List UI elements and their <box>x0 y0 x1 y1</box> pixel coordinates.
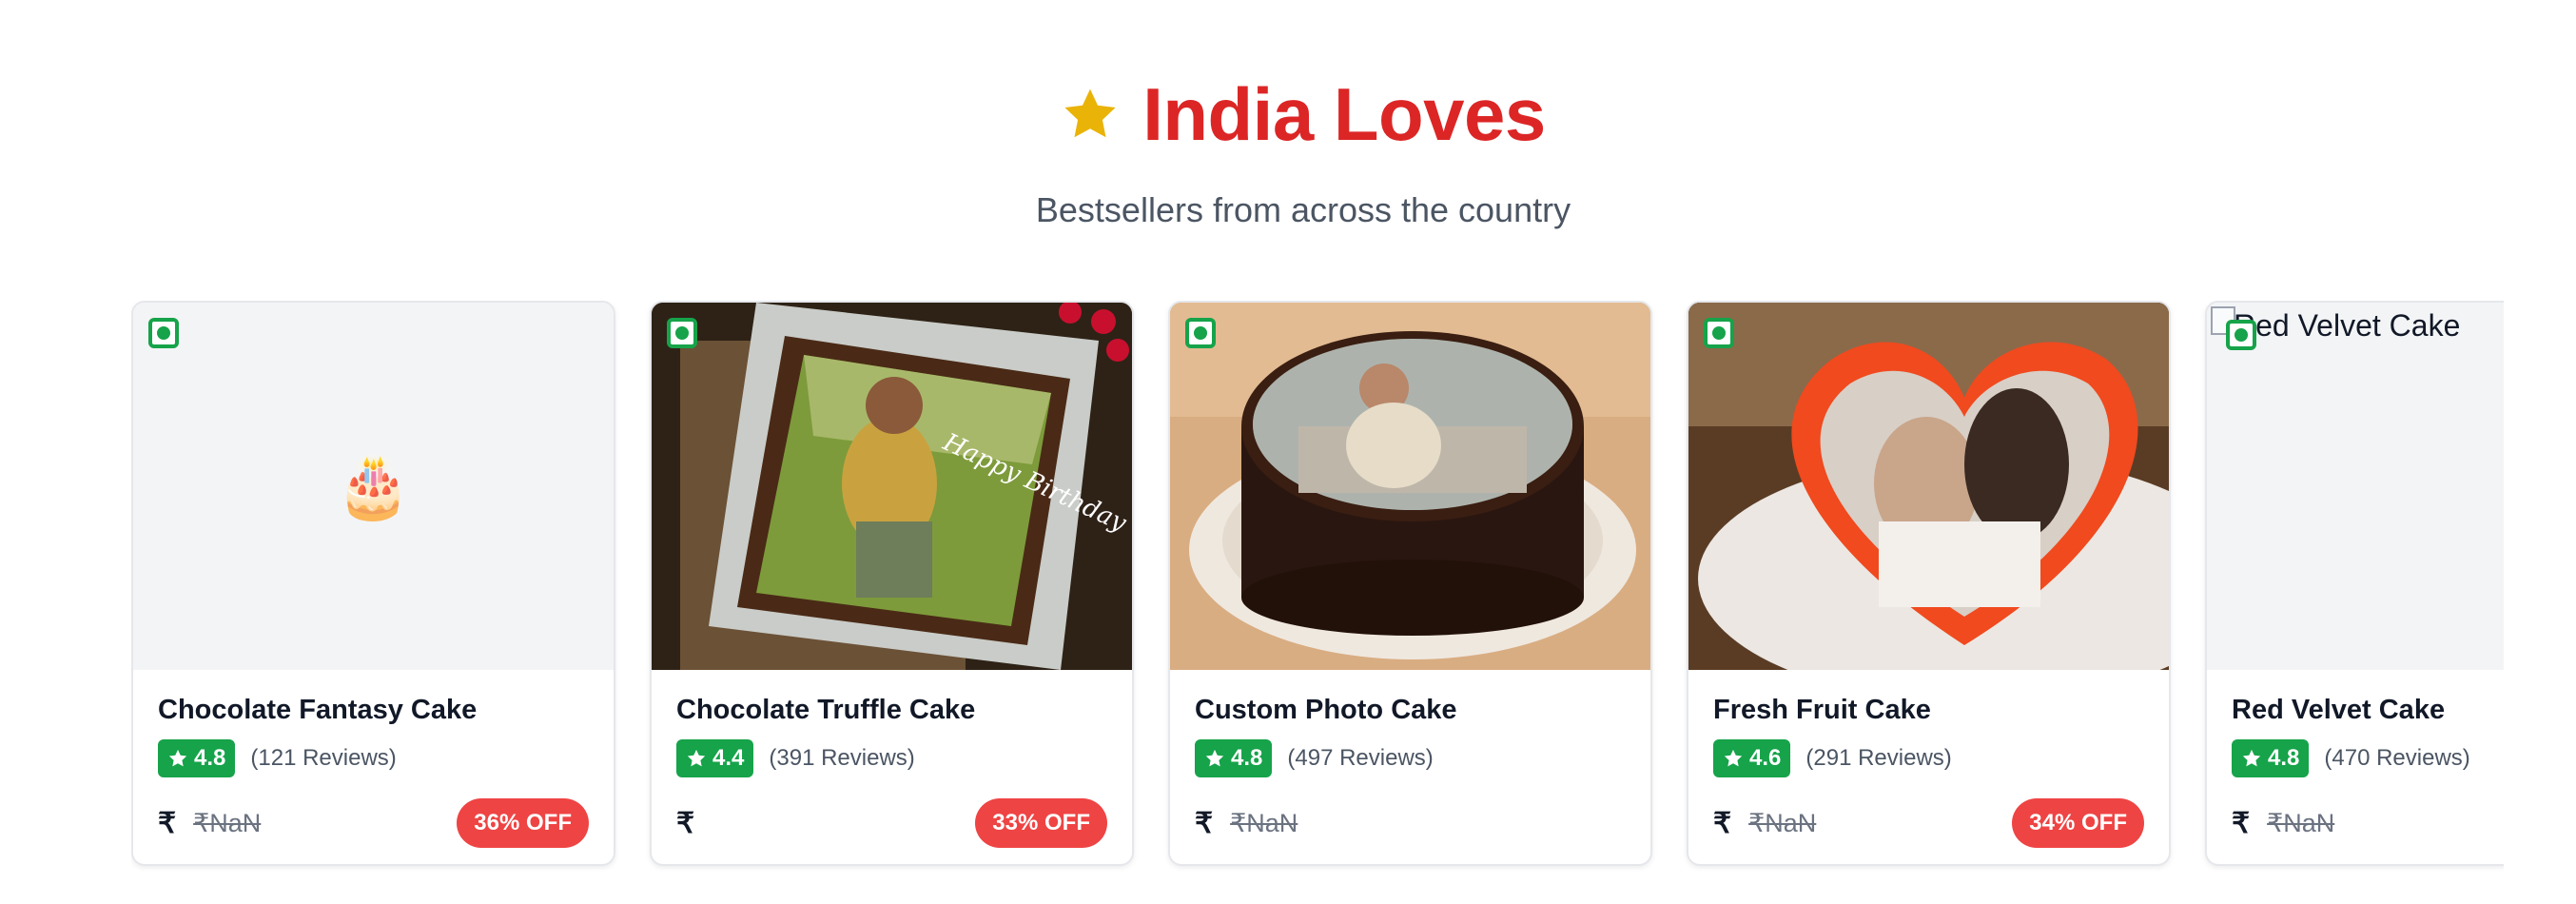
product-list: 🎂 Chocolate Fantasy Cake 4.8 (121 Review… <box>131 301 2504 866</box>
veg-indicator-icon <box>667 318 697 348</box>
review-count: (497 Reviews) <box>1287 745 1434 771</box>
rating-row: 4.8 (470 Reviews) <box>2232 739 2504 777</box>
star-icon <box>1205 749 1224 767</box>
veg-indicator-icon <box>1704 318 1734 348</box>
product-name[interactable]: Chocolate Fantasy Cake <box>158 695 589 726</box>
rating-value: 4.4 <box>712 745 745 771</box>
original-price: ₹NaN <box>2267 808 2335 837</box>
product-name[interactable]: Fresh Fruit Cake <box>1713 695 2144 726</box>
rating-badge: 4.8 <box>1195 739 1273 777</box>
star-icon <box>168 749 187 767</box>
rating-badge: 4.4 <box>676 739 754 777</box>
rating-row: 4.4 (391 Reviews) <box>676 739 1107 777</box>
rupee-icon: ₹ <box>1713 807 1732 839</box>
section-header: India Loves Bestsellers from across the … <box>0 57 2576 230</box>
price: ₹ ₹NaN <box>158 807 261 840</box>
product-image[interactable] <box>1170 303 1650 670</box>
original-price: ₹NaN <box>1748 808 1817 837</box>
discount-badge: 33% OFF <box>975 798 1107 848</box>
product-carousel[interactable]: 🎂 Chocolate Fantasy Cake 4.8 (121 Review… <box>131 301 2504 872</box>
star-icon <box>1064 88 1116 138</box>
cake-photo: Happy Birthday <box>652 303 1132 670</box>
rupee-icon: ₹ <box>676 807 695 839</box>
original-price: ₹NaN <box>193 808 262 837</box>
star-icon <box>687 749 706 767</box>
price: ₹ ₹NaN <box>2232 807 2334 840</box>
product-name[interactable]: Custom Photo Cake <box>1195 695 1626 726</box>
product-image[interactable] <box>1688 303 2169 670</box>
rating-value: 4.8 <box>2268 745 2300 771</box>
title-row: India Loves <box>0 57 2576 171</box>
discount-badge: 34% OFF <box>2012 798 2144 848</box>
price-row: ₹ ₹NaN <box>2232 798 2504 848</box>
rating-row: 4.8 (497 Reviews) <box>1195 739 1626 777</box>
review-count: (121 Reviews) <box>250 745 397 771</box>
veg-indicator-icon <box>148 318 179 348</box>
rating-value: 4.8 <box>194 745 226 771</box>
product-name[interactable]: Red Velvet Cake <box>2232 695 2504 726</box>
price-row: ₹ 33% OFF <box>676 798 1107 848</box>
cake-photo <box>1170 303 1650 670</box>
product-info: Chocolate Truffle Cake 4.4 (391 Reviews)… <box>652 670 1132 848</box>
discount-badge: 36% OFF <box>457 798 589 848</box>
review-count: (391 Reviews) <box>769 745 915 771</box>
review-count: (470 Reviews) <box>2324 745 2470 771</box>
section-title: India Loves <box>1142 71 1546 156</box>
price: ₹ <box>676 807 712 840</box>
image-alt-text: Red Velvet Cake <box>2234 308 2461 343</box>
price-row: ₹ ₹NaN <box>1195 798 1626 848</box>
price: ₹ ₹NaN <box>1195 807 1298 840</box>
product-card[interactable]: Custom Photo Cake 4.8 (497 Reviews) ₹ ₹N… <box>1168 301 1652 866</box>
product-card[interactable]: Happy Birthday Chocolate Truffle Cake 4.… <box>650 301 1134 866</box>
product-card[interactable]: Fresh Fruit Cake 4.6 (291 Reviews) ₹ ₹Na… <box>1687 301 2171 866</box>
price-row: ₹ ₹NaN 34% OFF <box>1713 798 2144 848</box>
rating-row: 4.8 (121 Reviews) <box>158 739 589 777</box>
product-info: Chocolate Fantasy Cake 4.8 (121 Reviews)… <box>133 670 614 848</box>
product-card[interactable]: Red Velvet Cake Red Velvet Cake 4.8 (470… <box>2205 301 2504 866</box>
star-icon <box>2242 749 2261 767</box>
rating-badge: 4.6 <box>1713 739 1791 777</box>
rating-row: 4.6 (291 Reviews) <box>1713 739 2144 777</box>
rupee-icon: ₹ <box>158 807 177 839</box>
cake-emoji-icon: 🎂 <box>335 451 412 521</box>
product-card[interactable]: 🎂 Chocolate Fantasy Cake 4.8 (121 Review… <box>131 301 615 866</box>
price: ₹ ₹NaN <box>1713 807 1816 840</box>
rupee-icon: ₹ <box>1195 807 1214 839</box>
product-image[interactable]: Red Velvet Cake <box>2207 303 2504 670</box>
rating-value: 4.8 <box>1231 745 1263 771</box>
rating-badge: 4.8 <box>2232 739 2310 777</box>
rating-badge: 4.8 <box>158 739 236 777</box>
price-row: ₹ ₹NaN 36% OFF <box>158 798 589 848</box>
rupee-icon: ₹ <box>2232 807 2251 839</box>
review-count: (291 Reviews) <box>1805 745 1952 771</box>
product-info: Custom Photo Cake 4.8 (497 Reviews) ₹ ₹N… <box>1170 670 1650 848</box>
section-subtitle: Bestsellers from across the country <box>1035 190 1571 229</box>
star-icon <box>1724 749 1743 767</box>
product-image[interactable]: Happy Birthday <box>652 303 1132 670</box>
product-info: Fresh Fruit Cake 4.6 (291 Reviews) ₹ ₹Na… <box>1688 670 2169 848</box>
product-info: Red Velvet Cake 4.8 (470 Reviews) ₹ ₹NaN <box>2207 670 2504 848</box>
veg-indicator-icon <box>2226 320 2256 350</box>
product-image[interactable]: 🎂 <box>133 303 614 670</box>
original-price: ₹NaN <box>1230 808 1298 837</box>
product-name[interactable]: Chocolate Truffle Cake <box>676 695 1107 726</box>
cake-photo <box>1688 303 2169 670</box>
veg-indicator-icon <box>1185 318 1216 348</box>
rating-value: 4.6 <box>1749 745 1782 771</box>
